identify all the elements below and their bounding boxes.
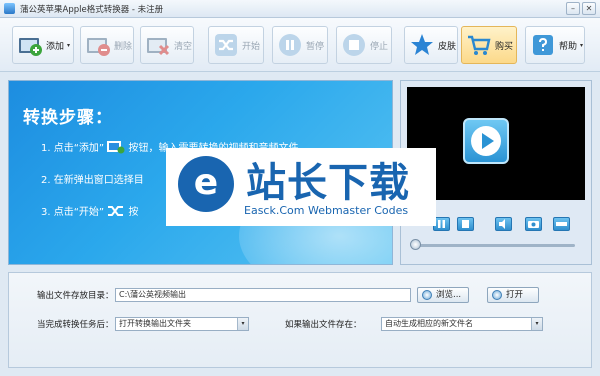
watermark: e 站长下载 Easck.Com Webmaster Codes — [166, 148, 436, 226]
watermark-main-text: 站长下载 — [246, 160, 410, 206]
clear-button[interactable]: 清空 — [140, 26, 194, 64]
window-title: 蒲公英苹果Apple格式转换器 - 未注册 — [20, 5, 164, 15]
toolbar: 添加 ▾ 删除 清空 开始 暂停 停止 皮肤 购买 帮助 ▾ — [0, 18, 600, 72]
step-3-text: 3. 点击“开始” — [41, 207, 105, 218]
add-video-icon — [107, 140, 125, 154]
progress-slider-knob[interactable] — [410, 239, 421, 250]
star-icon — [409, 32, 435, 58]
step-3: 3. 点击“开始” 按 — [41, 203, 138, 219]
steps-title: 转换步骤： — [23, 108, 113, 128]
chevron-down-icon: ▾ — [531, 318, 542, 330]
close-button[interactable]: ✕ — [582, 2, 596, 15]
remove-video-icon — [85, 32, 111, 58]
help-button[interactable]: 帮助 ▾ — [525, 26, 585, 64]
volume-icon — [499, 219, 505, 229]
open-folder-button[interactable]: 打开 — [487, 287, 539, 303]
pause-icon — [438, 220, 445, 228]
app-icon — [4, 3, 15, 14]
watermark-logo: e — [178, 156, 234, 212]
progress-slider-track[interactable] — [415, 244, 575, 247]
delete-button[interactable]: 删除 — [80, 26, 134, 64]
browse-icon — [422, 290, 432, 300]
browse-label: 浏览... — [436, 290, 462, 300]
open-icon — [492, 290, 502, 300]
buy-label: 购买 — [495, 41, 514, 52]
output-settings-panel: 输出文件存放目录： C:\蒲公英视频输出 浏览... 打开 当完成转换任务后： … — [8, 272, 592, 368]
watermark-logo-letter: e — [193, 162, 219, 203]
cart-icon — [466, 32, 492, 58]
stop-button[interactable]: 停止 — [336, 26, 392, 64]
open-label: 打开 — [506, 290, 524, 300]
title-bar: 蒲公英苹果Apple格式转换器 - 未注册 – ✕ — [0, 0, 600, 18]
play-icon — [471, 126, 501, 156]
browse-button[interactable]: 浏览... — [417, 287, 469, 303]
if-exists-label: 如果输出文件存在： — [285, 320, 362, 330]
start-label: 开始 — [242, 41, 261, 52]
snapshot-icon — [528, 221, 539, 228]
output-dir-label: 输出文件存放目录： — [37, 291, 114, 301]
player-stop-button[interactable] — [457, 217, 474, 231]
player-volume-button[interactable] — [495, 217, 512, 231]
chevron-down-icon: ▾ — [580, 41, 584, 49]
chevron-down-icon: ▾ — [237, 318, 248, 330]
stop-label: 停止 — [370, 41, 389, 52]
help-icon — [530, 32, 556, 58]
player-snapshot-button[interactable] — [525, 217, 542, 231]
after-convert-select[interactable]: 打开转换输出文件夹 ▾ — [115, 317, 249, 331]
buy-button[interactable]: 购买 — [461, 26, 517, 64]
watermark-sub-text: Easck.Com Webmaster Codes — [244, 204, 409, 217]
help-label: 帮助 — [559, 41, 578, 52]
delete-label: 删除 — [114, 41, 133, 52]
stop-icon — [341, 32, 367, 58]
fullscreen-icon — [556, 222, 567, 226]
shuffle-icon — [107, 204, 125, 218]
player-fullscreen-button[interactable] — [553, 217, 570, 231]
after-convert-value: 打开转换输出文件夹 — [119, 319, 191, 328]
step-2-text: 2. 在新弹出窗口选择目 — [41, 175, 144, 186]
clear-label: 清空 — [174, 41, 193, 52]
pause-icon — [277, 32, 303, 58]
shuffle-icon — [213, 32, 239, 58]
step-3-text-after: 按 — [128, 207, 139, 218]
clear-video-icon — [145, 32, 171, 58]
skin-button[interactable]: 皮肤 — [404, 26, 458, 64]
add-video-icon — [17, 32, 43, 58]
add-button[interactable]: 添加 ▾ — [12, 26, 74, 64]
play-button[interactable] — [463, 118, 509, 164]
stop-icon — [462, 220, 469, 228]
if-exists-select[interactable]: 自动生成相应的新文件名 ▾ — [381, 317, 543, 331]
pause-button[interactable]: 暂停 — [272, 26, 328, 64]
after-convert-label: 当完成转换任务后： — [37, 320, 114, 330]
output-dir-field[interactable]: C:\蒲公英视频输出 — [115, 288, 411, 302]
step-1-text: 1. 点击“添加” — [41, 143, 105, 154]
pause-label: 暂停 — [306, 41, 325, 52]
if-exists-value: 自动生成相应的新文件名 — [385, 319, 473, 328]
step-2: 2. 在新弹出窗口选择目 — [41, 171, 144, 186]
start-button[interactable]: 开始 — [208, 26, 264, 64]
chevron-down-icon: ▾ — [67, 41, 71, 49]
minimize-button[interactable]: – — [566, 2, 580, 15]
skin-label: 皮肤 — [438, 41, 457, 52]
add-label: 添加 — [46, 41, 65, 52]
